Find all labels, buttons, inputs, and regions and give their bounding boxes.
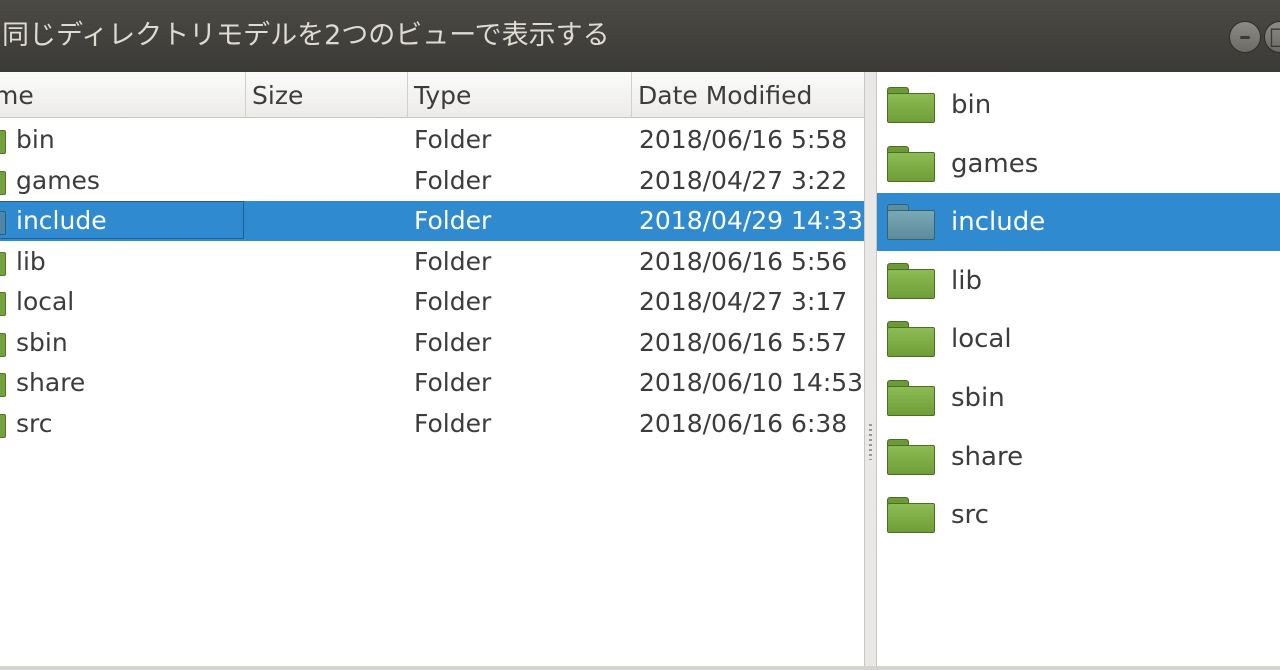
folder-icon [0, 332, 6, 357]
folder-icon [887, 438, 935, 475]
list-item[interactable]: include [877, 193, 1280, 252]
folder-icon [887, 204, 935, 241]
row-type: Folder [414, 125, 492, 154]
splitter-handle[interactable] [865, 72, 877, 670]
folder-icon [0, 373, 6, 397]
row-type: Folder [414, 246, 492, 276]
list-item[interactable]: src [877, 486, 1280, 544]
folder-icon [887, 262, 935, 299]
list-item[interactable]: sbin [877, 369, 1280, 427]
maximize-icon: □ [1265, 22, 1280, 52]
grip-icon [869, 424, 872, 460]
row-type: Folder [414, 327, 492, 357]
table-row[interactable]: lib Folder 2018/06/16 5:56 [0, 242, 864, 282]
column-header-name[interactable]: me [0, 72, 246, 118]
row-type: Folder [414, 287, 492, 316]
list-item[interactable]: games [877, 135, 1280, 193]
folder-icon [0, 251, 6, 276]
list-item-label: local [951, 324, 1012, 355]
folder-icon [0, 170, 6, 195]
table-row[interactable]: include Folder 2018/04/29 14:33 [0, 201, 864, 241]
list-item-label: share [951, 441, 1024, 472]
row-date-modified: 2018/04/29 14:33 [639, 206, 864, 235]
column-header-size[interactable]: Size [246, 72, 408, 118]
row-date-modified: 2018/06/16 5:57 [639, 327, 848, 357]
row-type: Folder [414, 408, 492, 438]
table-row[interactable]: sbin Folder 2018/06/16 5:57 [0, 323, 864, 363]
row-name: games [16, 165, 100, 195]
list-item-label: include [951, 207, 1046, 238]
row-type: Folder [414, 206, 492, 235]
list-item[interactable]: local [877, 310, 1280, 368]
folder-icon [887, 497, 935, 534]
table-row[interactable]: local Folder 2018/04/27 3:17 [0, 282, 864, 322]
folder-icon [0, 292, 6, 316]
table-row[interactable]: games Folder 2018/04/27 3:22 [0, 161, 864, 201]
maximize-button[interactable]: □ [1264, 21, 1280, 53]
row-date-modified: 2018/04/27 3:22 [639, 165, 848, 195]
row-date-modified: 2018/06/10 14:53 [639, 368, 864, 397]
folder-icon [887, 87, 935, 123]
folder-icon [887, 380, 935, 416]
row-name: include [16, 206, 107, 235]
row-date-modified: 2018/06/16 6:38 [639, 408, 848, 438]
row-name: local [16, 287, 75, 316]
window-bottom-edge [0, 666, 1280, 670]
column-header-type[interactable]: Type [408, 72, 632, 118]
row-type: Folder [414, 368, 492, 397]
column-header: me Size Type Date Modified [0, 72, 864, 118]
title-bar[interactable]: 同じディレクトリモデルを2つのビューで表示する – □ [0, 0, 1280, 72]
list-item[interactable]: lib [877, 252, 1280, 310]
row-name: src [16, 408, 53, 438]
row-type: Folder [414, 165, 492, 195]
minimize-button[interactable]: – [1229, 21, 1261, 53]
list-item-label: sbin [951, 383, 1005, 413]
row-name: bin [16, 125, 55, 154]
list-view[interactable]: bin games include lib local sbin share src [877, 72, 1280, 670]
row-date-modified: 2018/06/16 5:58 [639, 125, 848, 154]
list-item[interactable]: bin [877, 76, 1280, 134]
list-item-label: lib [951, 265, 982, 296]
minimize-icon: – [1239, 22, 1251, 50]
row-name: sbin [16, 327, 68, 357]
list-item[interactable]: share [877, 428, 1280, 486]
list-item-label: bin [951, 90, 992, 120]
table-row[interactable]: share Folder 2018/06/10 14:53 [0, 363, 864, 403]
list-item-label: src [951, 500, 989, 531]
tree-view[interactable]: me Size Type Date Modified bin Folder 2018… [0, 72, 865, 670]
row-name: lib [16, 246, 46, 276]
column-header-date-modified[interactable]: Date Modified [632, 72, 864, 118]
row-name: share [16, 368, 86, 397]
folder-icon [887, 145, 935, 182]
window-title: 同じディレクトリモデルを2つのビューで表示する [2, 20, 610, 51]
folder-icon [0, 130, 6, 154]
row-date-modified: 2018/04/27 3:17 [639, 287, 848, 316]
row-date-modified: 2018/06/16 5:56 [639, 246, 848, 276]
folder-icon [887, 321, 935, 358]
folder-icon [0, 413, 6, 438]
list-item-label: games [951, 148, 1039, 179]
table-row[interactable]: bin Folder 2018/06/16 5:58 [0, 120, 864, 160]
table-row[interactable]: src Folder 2018/06/16 6:38 [0, 404, 864, 444]
